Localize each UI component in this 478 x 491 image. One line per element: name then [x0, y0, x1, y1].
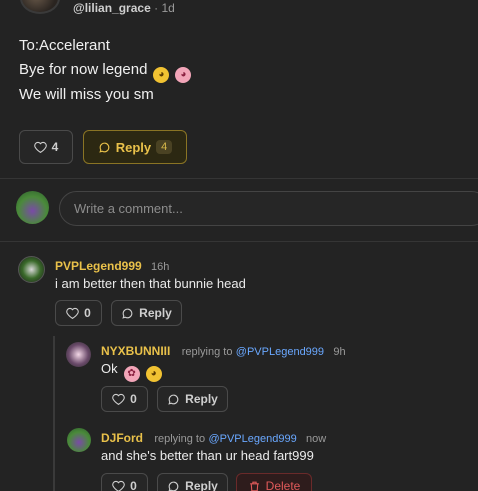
emoji-icon: ◕ — [175, 67, 192, 83]
comment-header: PVPLegend999 16h — [55, 259, 169, 273]
comment-input[interactable]: Write a comment... — [59, 191, 478, 226]
trash-icon — [249, 481, 259, 491]
comment-icon — [168, 394, 179, 405]
post-line-2: Bye for now legend ◕ ◕ — [19, 61, 192, 83]
heart-icon — [33, 141, 47, 153]
like-count: 4 — [51, 140, 59, 154]
replying-to-label: replying to — [181, 346, 233, 358]
comment-text: Ok ✿ ◕ — [101, 361, 162, 382]
author-avatar[interactable] — [20, 0, 60, 14]
divider — [0, 178, 478, 179]
divider — [0, 241, 478, 242]
commenter-name[interactable]: PVPLegend999 — [55, 259, 142, 273]
commenter-avatar[interactable] — [66, 342, 91, 367]
heart-icon — [112, 393, 125, 405]
post-time: 1d — [161, 1, 175, 15]
comment-icon — [122, 308, 133, 319]
comment-text: i am better then that bunnie head — [55, 276, 246, 291]
comment-text: and she's better than ur head fart999 — [101, 448, 314, 463]
comment-header: DJFord replying to @PVPLegend999 now — [101, 431, 326, 445]
post-line-3: We will miss you sm — [19, 86, 154, 103]
reply-button[interactable]: Reply — [111, 300, 182, 326]
emoji-icon: ◕ — [153, 67, 170, 83]
reply-label: Reply — [185, 479, 218, 491]
like-button[interactable]: 0 — [101, 473, 148, 491]
post-meta: @lilian_grace · 1d — [73, 1, 175, 15]
reply-button[interactable]: Reply — [157, 386, 228, 412]
emoji-icon: ◕ — [145, 366, 162, 382]
like-button[interactable]: 0 — [55, 300, 102, 326]
comment-text-content: Ok — [101, 361, 118, 376]
reply-button[interactable]: Reply 4 — [83, 130, 187, 164]
delete-button[interactable]: Delete — [236, 473, 312, 491]
comment-header: NYXBUNNIII replying to @PVPLegend999 9h — [101, 344, 346, 358]
commenter-name[interactable]: NYXBUNNIII — [101, 344, 170, 358]
like-button[interactable]: 4 — [19, 130, 73, 164]
like-count: 0 — [130, 479, 137, 491]
reply-label: Reply — [115, 139, 152, 155]
comment-time: now — [306, 433, 327, 445]
heart-icon — [66, 307, 79, 319]
thread-line — [53, 336, 55, 491]
comment-time: 9h — [333, 346, 346, 358]
commenter-avatar[interactable] — [67, 428, 91, 452]
like-count: 0 — [130, 392, 137, 406]
post-line-1: To:Accelerant — [19, 37, 110, 54]
reply-count-badge: 4 — [156, 140, 173, 154]
reply-button[interactable]: Reply — [157, 473, 228, 491]
current-user-avatar[interactable] — [16, 191, 49, 224]
replying-to-handle[interactable]: @PVPLegend999 — [236, 346, 324, 358]
like-button[interactable]: 0 — [101, 386, 148, 412]
delete-label: Delete — [265, 479, 301, 491]
comment-icon — [99, 142, 110, 153]
comment-icon — [168, 481, 179, 491]
replying-to-label: replying to — [154, 433, 206, 445]
commenter-avatar[interactable] — [18, 256, 45, 283]
replying-to-handle[interactable]: @PVPLegend999 — [208, 433, 296, 445]
comment-time: 16h — [151, 261, 170, 273]
reply-label: Reply — [139, 306, 172, 320]
heart-icon — [112, 480, 125, 491]
like-count: 0 — [84, 306, 91, 320]
reply-label: Reply — [185, 392, 218, 406]
flower-emoji-icon: ✿ — [123, 366, 140, 382]
commenter-name[interactable]: DJFord — [101, 431, 143, 445]
post-line-2-text: Bye for now legend — [19, 61, 148, 78]
author-handle[interactable]: @lilian_grace — [73, 1, 151, 15]
